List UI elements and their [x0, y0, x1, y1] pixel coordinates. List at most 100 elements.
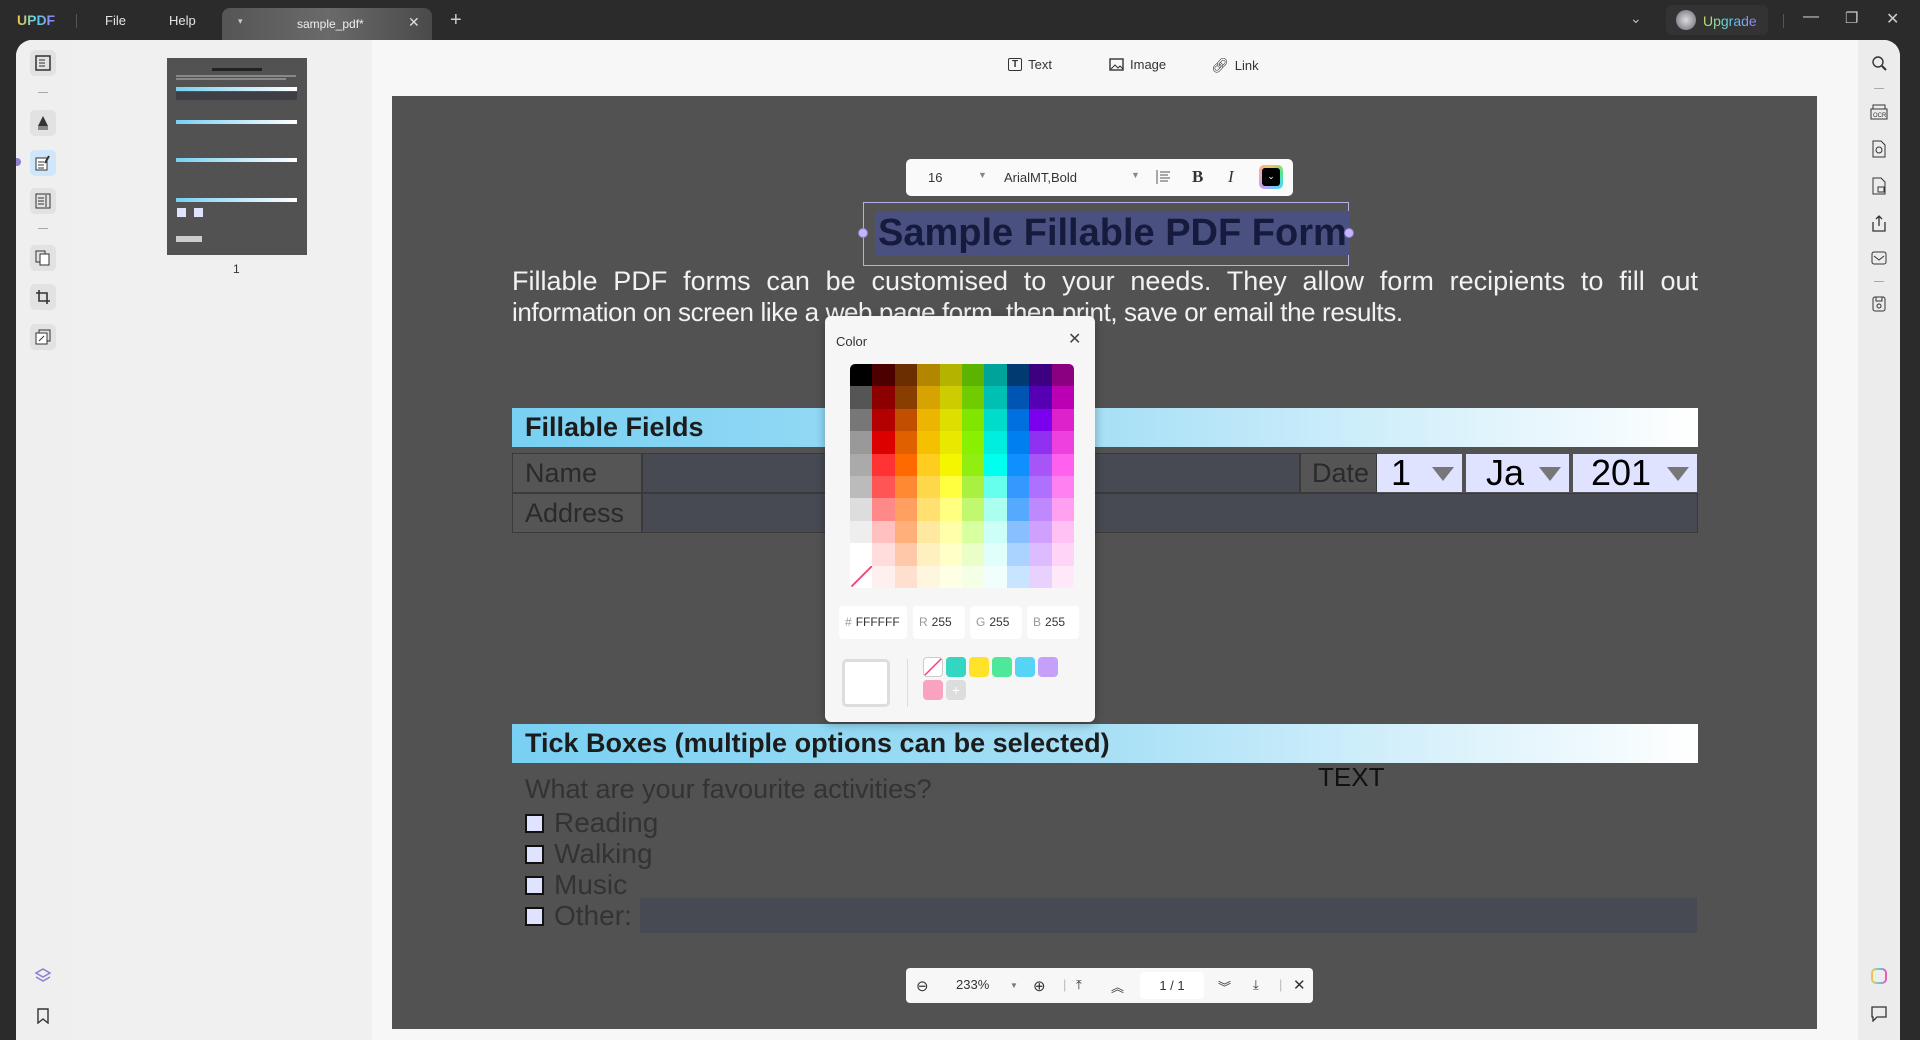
color-swatch[interactable] [939, 386, 962, 409]
color-swatch[interactable] [1051, 408, 1074, 432]
color-swatch[interactable] [1006, 364, 1030, 387]
color-swatch[interactable] [894, 408, 918, 432]
checkbox[interactable] [525, 844, 544, 864]
resize-handle-right[interactable] [1344, 228, 1354, 238]
date-day-dropdown[interactable]: 1 [1377, 454, 1462, 492]
color-swatch[interactable] [961, 543, 985, 566]
red-input[interactable]: R 255 [913, 606, 965, 639]
recent-color-swatch[interactable] [1038, 657, 1058, 677]
color-swatch[interactable] [1029, 408, 1052, 432]
color-swatch[interactable] [1051, 520, 1074, 544]
color-swatch[interactable] [984, 520, 1007, 544]
option-music[interactable]: Music [525, 869, 627, 901]
option-reading[interactable]: Reading [525, 807, 658, 839]
color-swatch[interactable] [961, 386, 985, 409]
address-field[interactable] [642, 493, 1698, 533]
color-swatch[interactable] [939, 431, 962, 454]
color-swatch[interactable] [850, 565, 873, 588]
page-thumbnail[interactable] [167, 58, 307, 255]
color-swatch[interactable] [961, 498, 985, 521]
upgrade-button[interactable]: Upgrade [1666, 5, 1768, 35]
color-swatch[interactable] [894, 431, 918, 454]
color-swatch[interactable] [984, 475, 1007, 499]
previous-page-icon[interactable]: ︽ [1111, 977, 1124, 996]
color-swatch[interactable] [1051, 431, 1074, 454]
color-swatch[interactable] [984, 543, 1007, 566]
color-swatch[interactable] [1006, 453, 1030, 476]
color-swatch[interactable] [850, 364, 873, 387]
color-swatch[interactable] [872, 431, 895, 454]
color-swatch[interactable] [872, 408, 895, 432]
color-swatch[interactable] [850, 453, 873, 476]
add-link-button[interactable]: 🔗︎ Link [1211, 57, 1259, 74]
checkbox[interactable] [525, 813, 544, 833]
page-input[interactable]: 1 / 1 [1140, 972, 1204, 999]
color-swatch[interactable] [872, 498, 895, 521]
save-icon[interactable] [1868, 293, 1890, 315]
ai-assistant-icon[interactable] [1868, 965, 1890, 987]
minimize-icon[interactable]: — [1803, 8, 1819, 26]
color-swatch[interactable] [894, 520, 918, 544]
color-swatch[interactable] [917, 498, 940, 521]
text-annotation[interactable]: TEXT [1318, 762, 1384, 793]
color-swatch[interactable] [894, 386, 918, 409]
email-icon[interactable] [1868, 247, 1890, 269]
color-swatch[interactable] [961, 475, 985, 499]
color-swatch[interactable] [984, 364, 1007, 387]
zoom-level[interactable]: 233% [956, 977, 989, 992]
ocr-icon[interactable]: OCR [1868, 101, 1890, 123]
title-text-box[interactable]: Sample Fillable PDF Form [858, 202, 1354, 266]
text-color-button[interactable]: ⌄ [1259, 165, 1283, 189]
color-swatch[interactable] [872, 475, 895, 499]
color-swatch[interactable] [872, 520, 895, 544]
close-tab-icon[interactable]: ✕ [408, 14, 420, 31]
first-page-icon[interactable]: ⤒ [1076, 977, 1082, 993]
color-swatch[interactable] [939, 364, 962, 387]
color-swatch[interactable] [917, 386, 940, 409]
resize-handle-left[interactable] [858, 228, 868, 238]
color-swatch[interactable] [1051, 386, 1074, 409]
color-swatch[interactable] [1051, 453, 1074, 476]
new-tab-icon[interactable]: + [450, 9, 462, 32]
color-swatch[interactable] [1029, 364, 1052, 387]
other-field[interactable] [640, 898, 1697, 933]
edit-pdf-icon[interactable] [30, 150, 56, 176]
color-swatch[interactable] [984, 565, 1007, 588]
protect-icon[interactable] [1868, 175, 1890, 197]
color-swatch[interactable] [939, 565, 962, 588]
tab-dropdown-icon[interactable]: ▾ [238, 16, 243, 27]
color-swatch[interactable] [894, 498, 918, 521]
option-walking[interactable]: Walking [525, 838, 653, 870]
color-swatch[interactable] [894, 475, 918, 499]
chevron-down-icon[interactable]: ⌄ [1630, 10, 1642, 27]
comment-highlighter-icon[interactable] [30, 110, 56, 136]
color-swatch[interactable] [1051, 364, 1074, 387]
color-swatch[interactable] [1006, 543, 1030, 566]
color-swatch[interactable] [872, 386, 895, 409]
color-swatch[interactable] [850, 475, 873, 499]
date-year-dropdown[interactable]: 201 [1573, 454, 1697, 492]
color-swatch[interactable] [917, 453, 940, 476]
color-swatch[interactable] [872, 565, 895, 588]
blue-input[interactable]: B 255 [1027, 606, 1079, 639]
zoom-dropdown-icon[interactable]: ▼ [1010, 981, 1018, 990]
reader-icon[interactable] [30, 50, 56, 76]
recent-color-swatch[interactable] [946, 657, 966, 677]
zoom-out-icon[interactable]: ⊖ [916, 977, 929, 995]
color-swatch[interactable] [850, 386, 873, 409]
option-other[interactable]: Other: [525, 900, 632, 932]
form-icon[interactable] [30, 188, 56, 214]
organize-pages-icon[interactable] [30, 245, 56, 271]
next-page-icon[interactable]: ︾ [1218, 977, 1231, 996]
recent-color-swatch[interactable] [992, 657, 1012, 677]
menu-file[interactable]: File [105, 13, 126, 28]
add-custom-color-button[interactable]: + [946, 680, 966, 700]
color-swatch[interactable] [894, 543, 918, 566]
color-swatch[interactable] [984, 408, 1007, 432]
color-swatch[interactable] [1029, 431, 1052, 454]
color-swatch[interactable] [917, 520, 940, 544]
color-swatch[interactable] [939, 520, 962, 544]
italic-button[interactable]: I [1228, 167, 1234, 187]
color-swatch[interactable] [1029, 565, 1052, 588]
color-swatch[interactable] [1029, 386, 1052, 409]
